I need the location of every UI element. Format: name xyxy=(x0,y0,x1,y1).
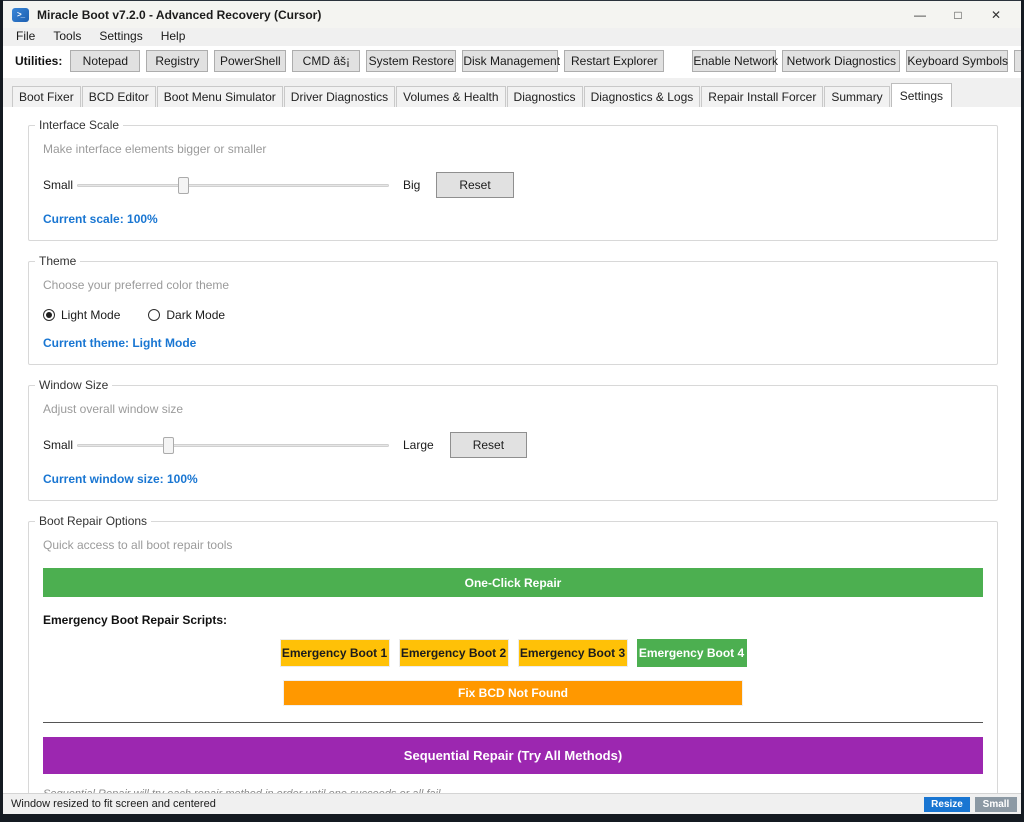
theme-title: Theme xyxy=(35,254,80,268)
status-actions: Resize Small xyxy=(924,797,1017,812)
slider-track[interactable] xyxy=(77,444,389,447)
fix-bcd-row: Fix BCD Not Found xyxy=(43,680,983,706)
status-message: Window resized to fit screen and centere… xyxy=(11,798,216,810)
interface-scale-min-label: Small xyxy=(43,178,77,192)
light-mode-radio[interactable]: Light Mode xyxy=(43,308,120,322)
titlebar: >_ Miracle Boot v7.2.0 - Advanced Recove… xyxy=(3,1,1021,28)
menu-settings[interactable]: Settings xyxy=(90,29,151,43)
tab-diagnostics-logs[interactable]: Diagnostics & Logs xyxy=(584,86,701,107)
tab-boot-fixer[interactable]: Boot Fixer xyxy=(12,86,81,107)
theme-radio-row: Light Mode Dark Mode xyxy=(43,308,983,322)
one-click-repair-button[interactable]: One-Click Repair xyxy=(43,568,983,597)
interface-scale-slider-row: Small Big Reset xyxy=(43,172,983,198)
light-mode-label: Light Mode xyxy=(61,308,120,322)
emergency-boot-4-button[interactable]: Emergency Boot 4 xyxy=(637,639,747,667)
interface-scale-slider[interactable] xyxy=(77,176,389,195)
menu-file[interactable]: File xyxy=(7,29,44,43)
current-theme-label: Current theme: Light Mode xyxy=(43,336,983,350)
dark-mode-label: Dark Mode xyxy=(166,308,225,322)
window-controls: — □ ✕ xyxy=(901,3,1015,26)
window-size-max-label: Large xyxy=(403,438,434,452)
slider-thumb[interactable] xyxy=(163,437,174,454)
tab-bcd-editor[interactable]: BCD Editor xyxy=(82,86,156,107)
emergency-boot-2-button[interactable]: Emergency Boot 2 xyxy=(399,639,509,667)
toolbar-button-system-restore[interactable]: System Restore xyxy=(366,50,456,72)
toolbar-button-restart-explorer[interactable]: Restart Explorer xyxy=(564,50,664,72)
toolbar-button-keyboard-symbols[interactable]: Keyboard Symbols xyxy=(906,50,1008,72)
interface-scale-max-label: Big xyxy=(403,178,420,192)
app-window: >_ Miracle Boot v7.2.0 - Advanced Recove… xyxy=(3,0,1021,814)
toolbar-button-network-diagnostics[interactable]: Network Diagnostics xyxy=(782,50,900,72)
tab-strip: Boot Fixer BCD Editor Boot Menu Simulato… xyxy=(3,78,1021,107)
divider xyxy=(43,722,983,723)
current-window-size-label: Current window size: 100% xyxy=(43,472,983,486)
window-size-reset-button[interactable]: Reset xyxy=(450,432,527,458)
radio-selected-icon[interactable] xyxy=(43,309,55,321)
menu-tools[interactable]: Tools xyxy=(44,29,90,43)
menu-help[interactable]: Help xyxy=(152,29,195,43)
sequential-repair-note: Sequential Repair will try each repair m… xyxy=(43,788,983,793)
slider-thumb[interactable] xyxy=(178,177,189,194)
radio-unselected-icon[interactable] xyxy=(148,309,160,321)
window-size-min-label: Small xyxy=(43,438,77,452)
window-size-title: Window Size xyxy=(35,378,112,392)
dark-mode-radio[interactable]: Dark Mode xyxy=(148,308,225,322)
menubar: File Tools Settings Help xyxy=(3,28,1021,44)
toolbar-button-powershell[interactable]: PowerShell xyxy=(214,50,286,72)
boot-repair-options-title: Boot Repair Options xyxy=(35,514,151,528)
emergency-boot-1-button[interactable]: Emergency Boot 1 xyxy=(280,639,390,667)
window-title: Miracle Boot v7.2.0 - Advanced Recovery … xyxy=(37,8,321,22)
boot-repair-hint: Quick access to all boot repair tools xyxy=(43,538,983,552)
interface-scale-reset-button[interactable]: Reset xyxy=(436,172,513,198)
current-scale-label: Current scale: 100% xyxy=(43,212,983,226)
window-size-group: Window Size Adjust overall window size S… xyxy=(28,385,998,501)
fix-bcd-not-found-button[interactable]: Fix BCD Not Found xyxy=(283,680,743,706)
toolbar-button-enable-network[interactable]: Enable Network xyxy=(692,50,776,72)
tab-summary[interactable]: Summary xyxy=(824,86,889,107)
tab-diagnostics[interactable]: Diagnostics xyxy=(507,86,583,107)
interface-scale-title: Interface Scale xyxy=(35,118,123,132)
sequential-repair-button[interactable]: Sequential Repair (Try All Methods) xyxy=(43,737,983,774)
close-icon[interactable]: ✕ xyxy=(977,3,1015,26)
toolbar-button-chatgpt[interactable]: ChatGP xyxy=(1014,50,1021,72)
emergency-scripts-label: Emergency Boot Repair Scripts: xyxy=(43,613,983,627)
utilities-toolbar: Utilities: Notepad Registry PowerShell C… xyxy=(3,46,1021,78)
status-bar: Window resized to fit screen and centere… xyxy=(3,793,1021,814)
slider-track[interactable] xyxy=(77,184,389,187)
settings-page: Interface Scale Make interface elements … xyxy=(3,107,1021,793)
emergency-buttons-row: Emergency Boot 1 Emergency Boot 2 Emerge… xyxy=(43,639,983,667)
toolbar-button-cmd[interactable]: CMD âš¡ xyxy=(292,50,360,72)
tab-driver-diagnostics[interactable]: Driver Diagnostics xyxy=(284,86,395,107)
small-button[interactable]: Small xyxy=(975,797,1017,812)
theme-hint: Choose your preferred color theme xyxy=(43,278,983,292)
window-size-slider-row: Small Large Reset xyxy=(43,432,983,458)
utilities-label: Utilities: xyxy=(15,54,62,68)
window-size-slider[interactable] xyxy=(77,436,389,455)
theme-group: Theme Choose your preferred color theme … xyxy=(28,261,998,365)
minimize-icon[interactable]: — xyxy=(901,3,939,26)
tab-boot-menu-simulator[interactable]: Boot Menu Simulator xyxy=(157,86,283,107)
interface-scale-group: Interface Scale Make interface elements … xyxy=(28,125,998,241)
interface-scale-hint: Make interface elements bigger or smalle… xyxy=(43,142,983,156)
toolbar-button-notepad[interactable]: Notepad xyxy=(70,50,140,72)
tab-volumes-health[interactable]: Volumes & Health xyxy=(396,86,505,107)
emergency-boot-3-button[interactable]: Emergency Boot 3 xyxy=(518,639,628,667)
toolbar-button-registry[interactable]: Registry xyxy=(146,50,208,72)
maximize-icon[interactable]: □ xyxy=(939,3,977,26)
resize-button[interactable]: Resize xyxy=(924,797,970,812)
tab-repair-install-forcer[interactable]: Repair Install Forcer xyxy=(701,86,823,107)
tab-settings[interactable]: Settings xyxy=(891,83,952,107)
toolbar-button-disk-management[interactable]: Disk Management xyxy=(462,50,558,72)
powershell-app-icon: >_ xyxy=(12,8,29,22)
window-size-hint: Adjust overall window size xyxy=(43,402,983,416)
boot-repair-options-group: Boot Repair Options Quick access to all … xyxy=(28,521,998,793)
